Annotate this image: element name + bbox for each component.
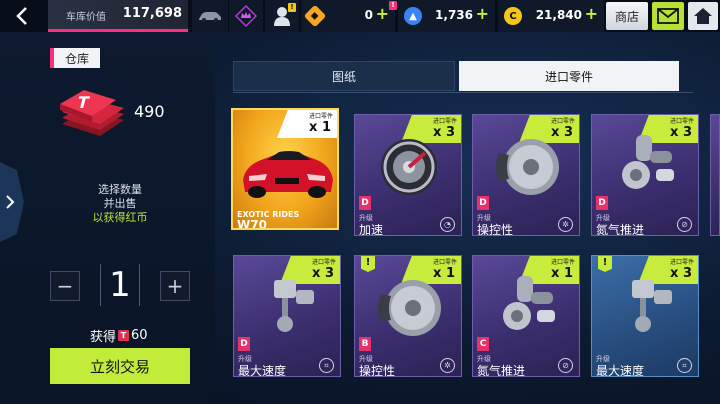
- turbo-part-image: [503, 276, 555, 330]
- add-blueprint-button[interactable]: +: [476, 4, 489, 23]
- nitro-icon: ⊘: [558, 358, 573, 373]
- crown-emblem-icon: [235, 5, 257, 27]
- quantity-decrease-button[interactable]: −: [50, 271, 80, 301]
- qty-count: x 1: [309, 120, 331, 135]
- piston-part-image: [632, 280, 672, 332]
- profile-button[interactable]: !: [265, 0, 299, 32]
- tab-blueprints[interactable]: 图纸: [233, 61, 455, 91]
- part-card-handling[interactable]: 进口零件 x 3 D 升级 操控性 ✲: [472, 114, 580, 236]
- token-count: 490: [134, 102, 165, 121]
- brake-disc-image: [378, 280, 441, 336]
- quantity-value: 1: [109, 265, 131, 305]
- earn-value: 60: [131, 328, 148, 343]
- wheel-icon: ✲: [440, 358, 455, 373]
- gold-value: 0: [364, 8, 373, 22]
- mail-button[interactable]: [652, 2, 684, 30]
- part-card-top-speed-blue[interactable]: ! 进口零件 x 3 升级 最大速度 ⌗: [591, 255, 699, 377]
- part-name: 操控性: [477, 223, 514, 236]
- part-name: 氮气推进: [596, 223, 645, 236]
- nitro-icon: ⊘: [677, 217, 692, 232]
- mail-icon: [657, 8, 679, 24]
- profile-badge: !: [288, 3, 296, 12]
- part-card-handling-b[interactable]: ! 进口零件 x 1 B 升级 操控性 ✲: [354, 255, 462, 377]
- home-button[interactable]: [688, 2, 718, 30]
- credits-value: 21,840: [535, 8, 582, 22]
- grade-badge: D: [596, 196, 608, 210]
- tab-underline: [233, 92, 693, 93]
- instruction-line-3: 以获得红币: [92, 211, 148, 224]
- part-name: 加速: [359, 223, 384, 236]
- qty-label: 进口零件: [308, 113, 333, 120]
- garage-value-box: 车库价值 117,698: [48, 0, 188, 32]
- gold-token-icon: ◆: [303, 4, 327, 28]
- trade-now-button[interactable]: 立刻交易: [50, 348, 190, 384]
- qty-label: 进口零件: [669, 259, 694, 266]
- back-button[interactable]: [6, 0, 38, 32]
- quantity-increase-button[interactable]: +: [160, 271, 190, 301]
- part-name: 操控性: [359, 364, 396, 377]
- part-name: 氮气推进: [477, 364, 526, 377]
- grade-badge: D: [477, 196, 489, 210]
- add-gold-button[interactable]: +: [376, 4, 389, 23]
- qty-label: 进口零件: [550, 259, 575, 266]
- qty-label: 进口零件: [550, 118, 575, 125]
- red-token-mini-icon: T: [118, 330, 130, 341]
- warehouse-tag: 仓库: [50, 48, 100, 68]
- shop-button[interactable]: 商店: [606, 2, 648, 30]
- chevron-right-icon: [6, 195, 15, 209]
- piston-part-image: [274, 280, 314, 332]
- garage-value: 117,698: [122, 6, 182, 21]
- red-sports-car-image: [243, 151, 333, 198]
- add-credits-button[interactable]: +: [585, 4, 598, 23]
- part-name: 最大速度: [238, 364, 287, 377]
- gold-badge: !: [389, 1, 397, 10]
- garage-value-label: 车库价值: [66, 12, 106, 23]
- grade-badge: D: [238, 337, 250, 351]
- qty-label: 进口零件: [669, 118, 694, 125]
- part-card-acceleration[interactable]: 进口零件 x 3 D 升级 加速 ◔: [354, 114, 462, 236]
- qty-label: 进口零件: [432, 118, 457, 125]
- tab-imported-parts[interactable]: 进口零件: [459, 61, 679, 91]
- qty-label: 进口零件: [311, 259, 336, 266]
- speedometer-icon: ◔: [440, 217, 455, 232]
- blueprint-token-icon: ▲: [404, 7, 422, 25]
- top-bar: 车库价值 117,698 ! ◆ 0 + ! ▲ 1,736 + C 21,84…: [0, 0, 720, 32]
- turbo-part-image: [622, 135, 674, 189]
- grade-badge: D: [359, 196, 371, 210]
- part-name: 最大速度: [596, 364, 645, 377]
- car-name: W70: [237, 218, 267, 230]
- grade-badge: C: [477, 337, 489, 351]
- car-card-w70[interactable]: 进口零件 x 1 EXOTIC RIDES W70: [231, 108, 339, 230]
- earn-label: 获得: [90, 330, 117, 345]
- blueprint-value: 1,736: [435, 8, 473, 22]
- grade-badge: B: [359, 337, 371, 351]
- gearbox-icon: ⌗: [319, 358, 334, 373]
- credits-coin-icon: C: [504, 7, 522, 25]
- back-arrow-icon: [16, 7, 27, 25]
- red-token-icon: T: [60, 90, 124, 136]
- wheel-icon: ✲: [558, 217, 573, 232]
- part-card-top-speed[interactable]: 进口零件 x 3 D 升级 最大速度 ⌗: [233, 255, 341, 377]
- qty-tab: 进口零件 x 1: [277, 110, 337, 138]
- earn-summary: 获得 T 60: [90, 326, 148, 345]
- garage-car-button[interactable]: [192, 0, 228, 32]
- stepper-divider-right: [139, 264, 140, 306]
- partial-card-right: [710, 114, 720, 236]
- gearbox-icon: ⌗: [677, 358, 692, 373]
- clutch-part-image: [381, 139, 437, 195]
- brake-disc-image: [496, 139, 559, 195]
- currency-credits[interactable]: C 21,840 +: [498, 0, 604, 32]
- club-button[interactable]: [229, 0, 263, 32]
- home-icon: [694, 8, 712, 24]
- qty-label: 进口零件: [432, 259, 457, 266]
- car-icon: [199, 12, 221, 22]
- currency-gold[interactable]: ◆ 0 + !: [301, 0, 397, 32]
- part-card-nitro[interactable]: 进口零件 x 3 D 升级 氮气推进 ⊘: [591, 114, 699, 236]
- part-card-nitro-c[interactable]: 进口零件 x 1 C 升级 氮气推进 ⊘: [472, 255, 580, 377]
- currency-blueprint[interactable]: ▲ 1,736 +: [398, 0, 495, 32]
